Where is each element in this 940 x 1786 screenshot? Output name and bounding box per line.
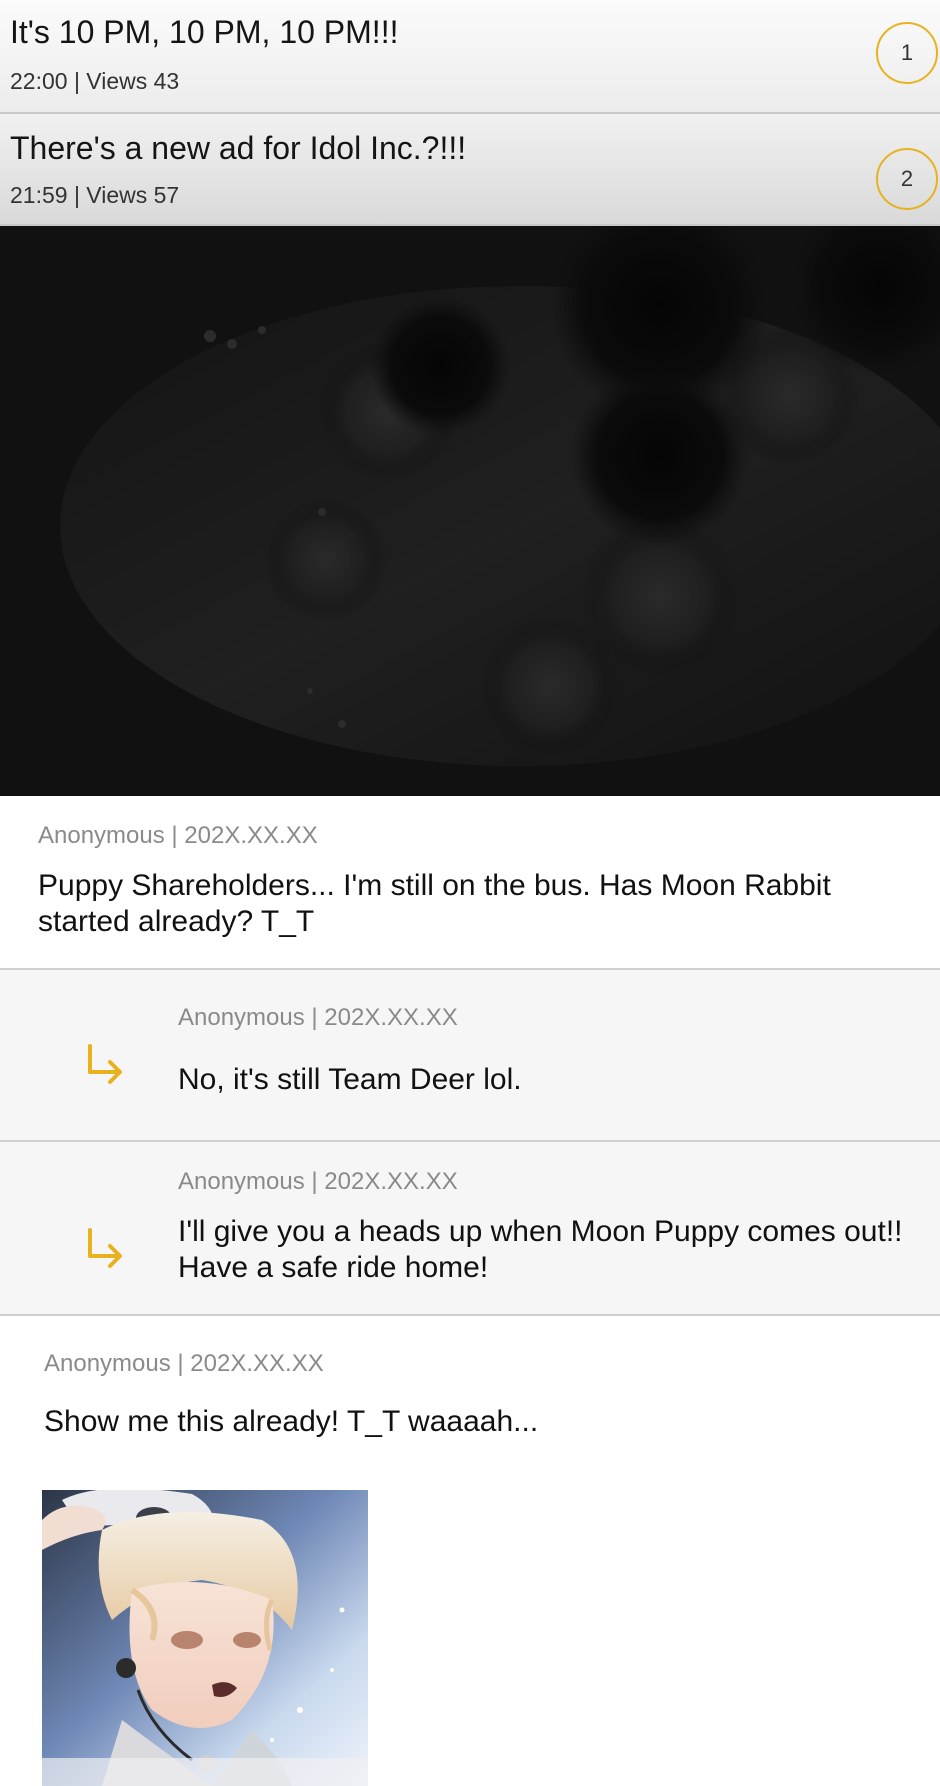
post-item-1[interactable]: It's 10 PM, 10 PM, 10 PM!!! 22:00 | View… [0,0,940,114]
rank-badge: 2 [876,148,938,210]
comic-panel-image [0,226,940,796]
attached-image[interactable] [42,1490,368,1786]
reply-item: Anonymous | 202X.XX.XX I'll give you a h… [0,1142,940,1316]
comment-meta: Anonymous | 202X.XX.XX [38,822,318,849]
post-title[interactable]: There's a new ad for Idol Inc.?!!! [10,130,466,167]
comment-text: Show me this already! T_T waaaah... [44,1405,539,1438]
rank-badge: 1 [876,22,938,84]
comment-item: Anonymous | 202X.XX.XX Show me this alre… [0,1316,940,1786]
reply-arrow-icon [88,1044,122,1084]
comment-meta: Anonymous | 202X.XX.XX [178,1004,458,1031]
post-item-2[interactable]: There's a new ad for Idol Inc.?!!! 21:59… [0,114,940,226]
reply-arrow-icon [88,1228,122,1268]
reply-item: Anonymous | 202X.XX.XX No, it's still Te… [0,970,940,1142]
comment-item: Anonymous | 202X.XX.XX Puppy Shareholder… [0,798,940,970]
post-meta: 21:59 | Views 57 [10,182,180,208]
comment-text: No, it's still Team Deer lol. [178,1063,522,1096]
comment-text: Puppy Shareholders... I'm still on the b… [38,869,831,938]
comment-meta: Anonymous | 202X.XX.XX [44,1350,324,1377]
post-meta: 22:00 | Views 43 [10,68,180,94]
comment-text: I'll give you a heads up when Moon Puppy… [178,1215,903,1284]
post-title[interactable]: It's 10 PM, 10 PM, 10 PM!!! [10,14,398,51]
comment-meta: Anonymous | 202X.XX.XX [178,1168,458,1195]
